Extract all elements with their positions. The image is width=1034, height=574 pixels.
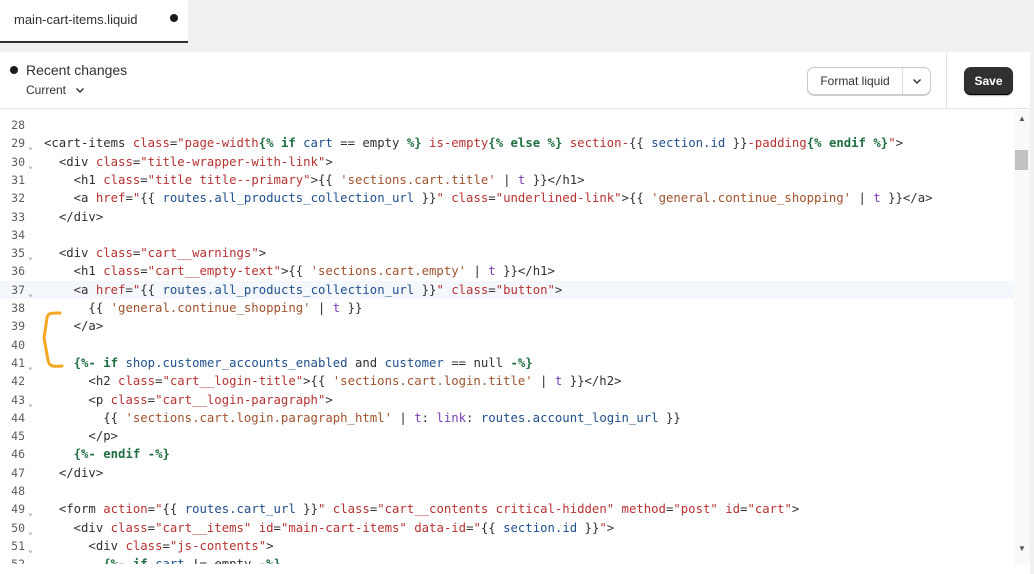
code-line[interactable]: 35 ⌄ <div class="cart__warnings"> <box>0 244 1014 262</box>
recent-changes-dot-icon <box>10 66 18 74</box>
code-line[interactable]: 51 ⌄ <div class="js-contents"> <box>0 537 1014 555</box>
code-line[interactable]: 43 ⌄ <p class="cart__login-paragraph"> <box>0 391 1014 409</box>
line-number: 45 <box>11 429 25 444</box>
code-line[interactable]: 39 </a> <box>0 317 1014 335</box>
line-number: 40 <box>11 337 25 352</box>
toolbar-divider <box>946 52 947 109</box>
code-text: <cart-items class="page-width{% if cart … <box>44 136 903 151</box>
code-text: </p> <box>88 429 119 444</box>
code-line[interactable]: 52 {%- if cart != empty -%} <box>0 555 1014 564</box>
line-number: 52 <box>0 555 25 564</box>
format-liquid-label: Format liquid <box>808 68 903 94</box>
code-line[interactable]: 41 ⌄ {%- if shop.customer_accounts_enable… <box>0 354 1014 372</box>
editor-panel: Recent changes Current Format liquid Sav… <box>0 52 1030 574</box>
code-line[interactable]: 50 ⌄ <div class="cart__items" id="main-ca… <box>0 519 1014 537</box>
line-number: 32 <box>11 191 25 206</box>
code-text: <h2 class="cart__login-title">{{ 'sectio… <box>88 374 622 389</box>
code-text: <p class="cart__login-paragraph"> <box>88 392 333 407</box>
code-line[interactable]: 46 {%- endif -%} <box>0 445 1014 463</box>
line-number: 28 <box>11 118 25 132</box>
line-number: 31 <box>11 172 25 187</box>
code-text: <div class="title-wrapper-with-link"> <box>58 154 333 169</box>
code-line[interactable]: 45 </p> <box>0 427 1014 445</box>
format-liquid-button[interactable]: Format liquid <box>807 67 931 95</box>
line-number: 50 <box>11 520 25 535</box>
scroll-down-icon[interactable]: ▼ <box>1018 544 1026 553</box>
editor-scrollbar[interactable]: ▲ ▼ <box>1014 110 1030 564</box>
file-tab-bar: main-cart-items.liquid <box>0 0 1034 44</box>
version-select[interactable]: Current <box>26 83 86 97</box>
code-line[interactable]: 49 ⌄ <form action="{{ routes.cart_url }}"… <box>0 500 1014 518</box>
chevron-down-icon <box>76 88 85 93</box>
line-number: 49 <box>11 502 25 517</box>
code-line[interactable]: 38 {{ 'general.continue_shopping' | t }} <box>0 299 1014 317</box>
recent-changes-title: Recent changes <box>26 62 128 78</box>
code-text: <div class="cart__items" id="main-cart-i… <box>73 520 615 535</box>
line-number: 38 <box>11 301 25 315</box>
code-text: {{ 'general.continue_shopping' | t }} <box>88 301 363 315</box>
line-number: 35 <box>11 246 25 261</box>
line-number: 44 <box>11 410 25 425</box>
code-text: <a href="{{ routes.all_products_collecti… <box>73 282 563 297</box>
line-number: 33 <box>11 209 25 224</box>
line-number: 42 <box>11 374 25 389</box>
line-number: 36 <box>11 264 25 279</box>
code-text: <a href="{{ routes.all_products_collecti… <box>73 191 933 206</box>
version-select-value: Current <box>26 83 67 97</box>
line-number: 41 <box>11 355 25 370</box>
line-number: 43 <box>11 392 25 407</box>
code-line[interactable]: 29 ⌄ <cart-items class="page-width{% if ca… <box>0 134 1014 152</box>
code-text: {{ 'sections.cart.login.paragraph_html' … <box>103 410 681 425</box>
code-text: {%- endif -%} <box>73 447 170 462</box>
code-text: <form action="{{ routes.cart_url }}" cla… <box>58 502 800 517</box>
line-number: 46 <box>11 447 25 462</box>
save-button[interactable]: Save <box>964 67 1013 95</box>
code-text: <div class="js-contents"> <box>88 538 274 553</box>
code-line[interactable]: 42 <h2 class="cart__login-title">{{ 'sec… <box>0 372 1014 390</box>
bracket-annotation <box>42 311 64 368</box>
code-line[interactable]: 31 <h1 class="title title--primary">{{ '… <box>0 171 1014 189</box>
code-text: <div class="cart__warnings"> <box>58 246 267 261</box>
file-tab-label: main-cart-items.liquid <box>14 12 138 27</box>
line-number: 51 <box>11 538 25 553</box>
code-text: <h1 class="title title--primary">{{ 'sec… <box>73 172 585 187</box>
code-editor[interactable]: 28 29 ⌄ <cart-items class="page-width{% if … <box>0 110 1014 564</box>
code-text: <h1 class="cart__empty-text">{{ 'section… <box>73 264 555 279</box>
code-line[interactable]: 44 {{ 'sections.cart.login.paragraph_htm… <box>0 409 1014 427</box>
line-number: 48 <box>11 484 25 498</box>
code-line[interactable]: 36 <h1 class="cart__empty-text">{{ 'sect… <box>0 262 1014 280</box>
scrollbar-thumb[interactable] <box>1015 150 1028 170</box>
code-line[interactable]: 30 ⌄ <div class="title-wrapper-with-link"… <box>0 153 1014 171</box>
code-text: </div> <box>58 465 104 480</box>
code-line[interactable]: 48 <box>0 482 1014 500</box>
chevron-down-icon <box>912 79 921 84</box>
code-line[interactable]: 37 ⌄ <a href="{{ routes.all_products_coll… <box>0 280 1014 299</box>
code-text: {%- if cart != empty -%} <box>44 555 281 564</box>
code-line[interactable]: 32 <a href="{{ routes.all_products_colle… <box>0 189 1014 207</box>
code-line[interactable]: 40 <box>0 336 1014 354</box>
code-text: </div> <box>58 209 104 224</box>
code-line[interactable]: 47 </div> <box>0 464 1014 482</box>
line-number: 37 <box>11 282 25 297</box>
scroll-up-icon[interactable]: ▲ <box>1018 114 1026 123</box>
editor-toolbar: Recent changes Current Format liquid Sav… <box>0 52 1030 109</box>
code-text: {%- if shop.customer_accounts_enabled an… <box>73 355 533 370</box>
file-tab[interactable]: main-cart-items.liquid <box>0 0 188 43</box>
unsaved-dot-icon <box>170 14 178 22</box>
line-number: 30 <box>11 154 25 169</box>
line-number: 29 <box>11 136 25 151</box>
line-number: 47 <box>11 465 25 480</box>
line-number: 34 <box>11 227 25 242</box>
code-line[interactable]: 33 </div> <box>0 208 1014 226</box>
line-number: 39 <box>11 319 25 334</box>
code-line[interactable]: 28 <box>0 116 1014 134</box>
format-options-button[interactable] <box>903 68 930 94</box>
code-line[interactable]: 34 <box>0 226 1014 244</box>
